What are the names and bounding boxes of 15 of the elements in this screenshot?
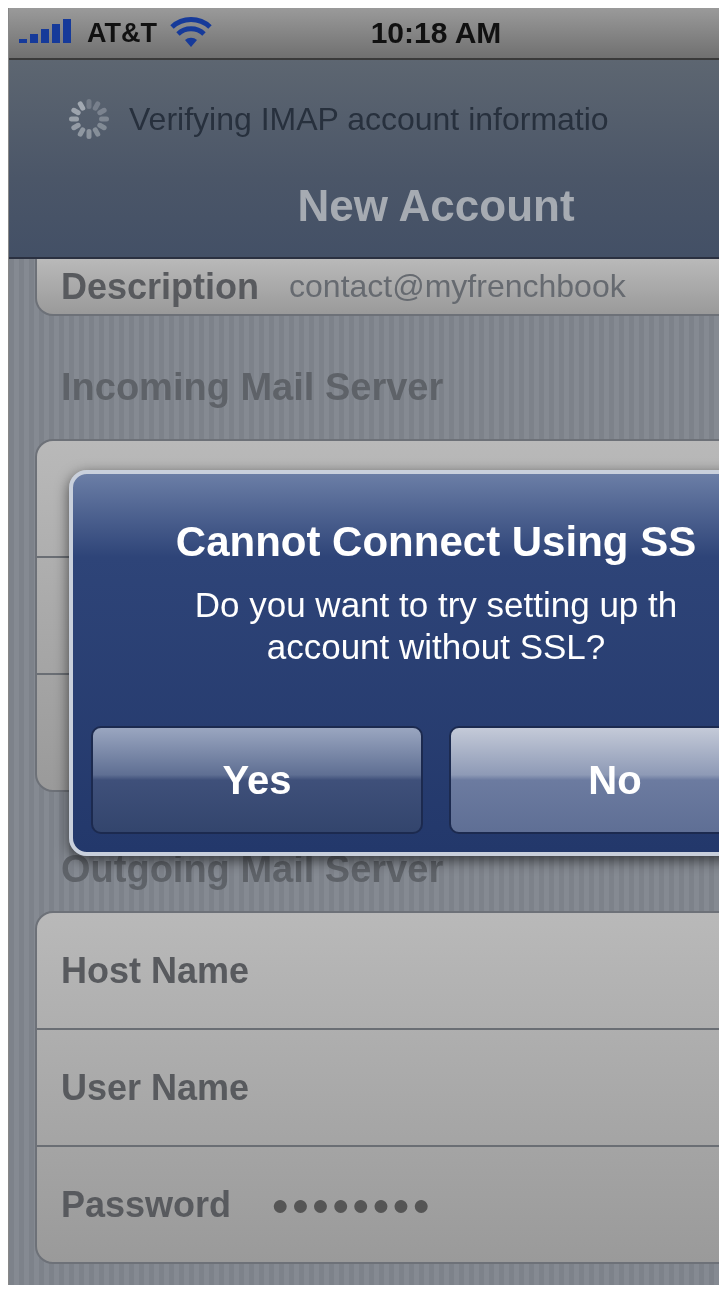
- alert-message: Do you want to try setting up th account without SSL?: [194, 584, 678, 668]
- field-value: contact@myfrenchbook: [289, 268, 626, 305]
- field-label: Password: [61, 1183, 232, 1226]
- field-label: Description: [61, 265, 260, 308]
- alert-button[interactable]: No: [449, 726, 719, 834]
- spinner-icon: [67, 97, 111, 141]
- alert-title: Cannot Connect Using SS: [175, 518, 697, 566]
- field-label: User Name: [61, 1066, 250, 1109]
- clock-time: 10:18 AM: [370, 16, 502, 50]
- navigation-title: New Account: [297, 180, 575, 231]
- field-label: Host Name: [61, 949, 250, 992]
- wifi-icon: [169, 17, 213, 49]
- carrier-name: AT&T: [87, 17, 157, 49]
- password-value: ●●●●●●●●: [271, 1187, 433, 1222]
- alert-button[interactable]: Yes: [91, 726, 423, 834]
